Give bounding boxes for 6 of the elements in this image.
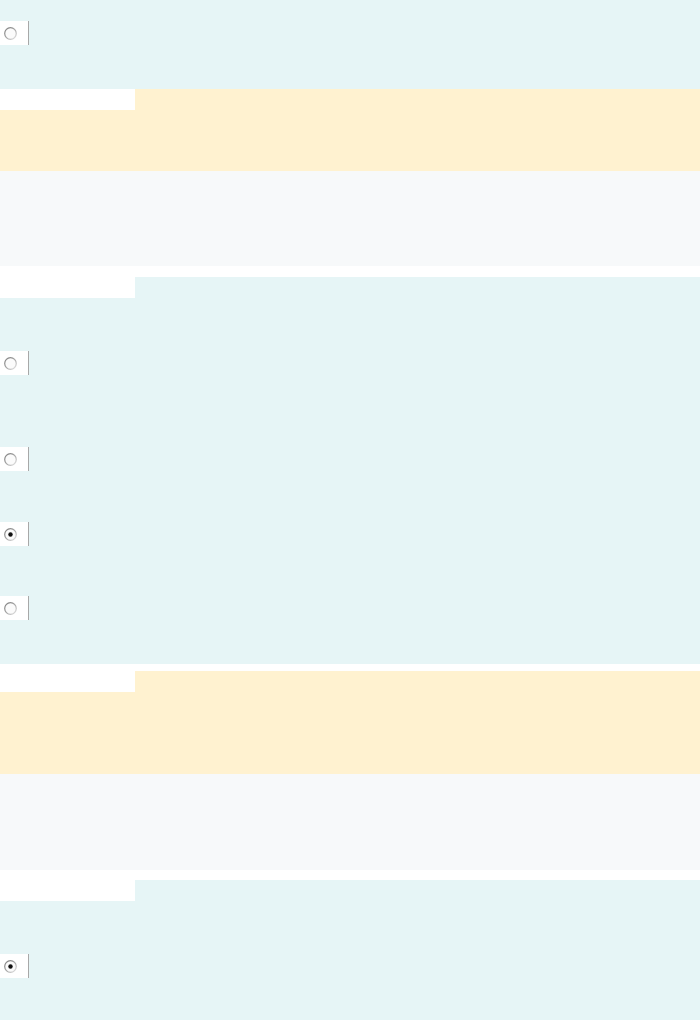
radio-button[interactable]: [4, 452, 17, 466]
radio-button[interactable]: [4, 26, 17, 40]
radio-button[interactable]: [4, 527, 17, 541]
radio-button[interactable]: [4, 601, 17, 615]
radio-button[interactable]: [4, 959, 17, 973]
radio-button[interactable]: [4, 356, 17, 370]
